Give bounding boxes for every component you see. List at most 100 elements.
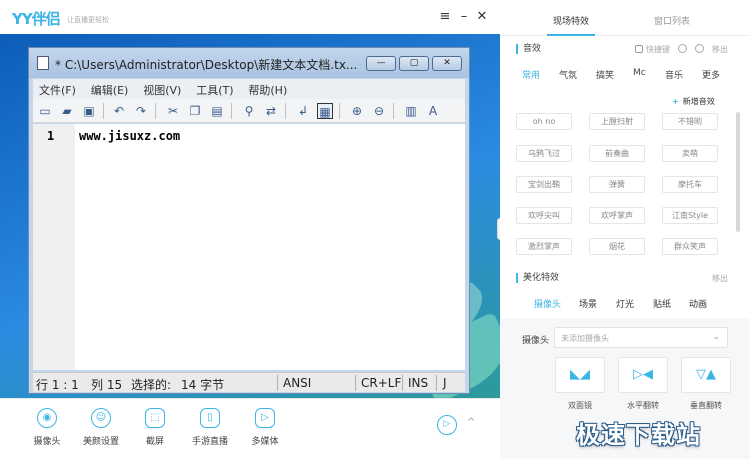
mobile-live-button[interactable]: ▯ 手游直播 (185, 408, 235, 447)
close-button[interactable]: ✕ (474, 10, 490, 24)
status-divider (402, 375, 403, 391)
subtab-animation[interactable]: 动画 (689, 297, 707, 310)
minimize-button[interactable]: – (456, 10, 472, 24)
sound-chip[interactable]: 上膛扫射 (589, 113, 645, 130)
shortcut-checkbox[interactable] (635, 45, 643, 53)
watermark: 极速下载站 (576, 421, 701, 449)
sound-chip[interactable]: 烟花 (589, 238, 645, 255)
screenshot-label: 截屏 (145, 437, 164, 447)
menu-button[interactable]: ≡ (437, 10, 453, 24)
mirror-button[interactable]: ◣◢ (555, 357, 605, 393)
sound-chip[interactable]: 乌鸦飞过 (516, 145, 572, 162)
app-slogan: 让直播更轻松 (67, 16, 109, 24)
view-icon[interactable]: ▦ (317, 103, 333, 119)
vertical-flip-button[interactable]: ▽▲ (681, 357, 731, 393)
cut-icon[interactable]: ✂ (165, 103, 181, 119)
category-common[interactable]: 常用 (522, 68, 540, 81)
sound-chip[interactable]: 弹簧 (589, 176, 645, 193)
open-icon[interactable]: ▰ (59, 103, 75, 119)
horizontal-flip-label: 水平翻转 (627, 401, 659, 410)
find-icon[interactable]: ⚲ (241, 103, 257, 119)
line-number: 1 (47, 129, 55, 143)
sound-chip[interactable]: 群众笑声 (662, 238, 718, 255)
menu-file[interactable]: 文件(F) (33, 79, 82, 101)
category-atmosphere[interactable]: 气氛 (559, 68, 577, 81)
status-bytes: 14 字节 (181, 378, 225, 392)
wrap-icon[interactable]: ↲ (295, 103, 311, 119)
redo-icon[interactable]: ↷ (133, 103, 149, 119)
camera-select[interactable]: 未添加摄像头 ⌄ (554, 327, 728, 348)
paste-icon[interactable]: ▤ (209, 103, 225, 119)
notepad-status-bar: 行 1 : 1 列 15 选择的: 14 字节 ANSI CR+LF INS J (33, 372, 465, 392)
save-icon[interactable]: ▣ (81, 103, 97, 119)
camera-select-label: 摄像头 (522, 336, 550, 346)
toolbar-separator (155, 103, 156, 119)
menu-help[interactable]: 帮助(H) (242, 79, 293, 101)
sound-chip[interactable]: 欢呼尖叫 (516, 207, 572, 224)
zoom-in-icon[interactable]: ⊕ (349, 103, 365, 119)
sound-chip[interactable]: 激烈掌声 (516, 238, 572, 255)
horizontal-flip-icon: ▷◀ (633, 367, 653, 382)
notepad-editor[interactable]: 1 www.jisuxz.com (33, 124, 465, 370)
undo-icon[interactable]: ↶ (111, 103, 127, 119)
notepad-minimize-button[interactable]: — (366, 56, 396, 71)
media-label: 多媒体 (251, 437, 279, 447)
font-icon[interactable]: A (425, 103, 441, 119)
zoom-out-icon[interactable]: ⊖ (371, 103, 387, 119)
notepad-close-button[interactable]: ✕ (432, 56, 462, 71)
app-logo: YY伴侣 (12, 10, 61, 28)
category-funny[interactable]: 搞笑 (596, 68, 614, 81)
settings-icon[interactable] (678, 44, 687, 53)
sound-chip[interactable]: oh no (516, 113, 572, 130)
add-sound-button[interactable]: + 新增音效 (672, 96, 715, 107)
status-eol[interactable]: CR+LF (361, 376, 401, 390)
mobile-live-label: 手游直播 (191, 437, 228, 447)
horizontal-flip-button[interactable]: ▷◀ (618, 357, 668, 393)
sound-chip[interactable]: 摩托车 (662, 176, 718, 193)
sound-chip[interactable]: 宝剑出鞘 (516, 176, 572, 193)
editor-text[interactable]: www.jisuxz.com (79, 129, 180, 143)
expand-arrow-icon[interactable]: ^ (467, 417, 475, 428)
notepad-maximize-button[interactable]: ▢ (399, 56, 429, 71)
status-column: 列 15 (91, 378, 123, 392)
panel-scrollbar[interactable] (736, 112, 740, 232)
new-icon[interactable]: ▭ (37, 103, 53, 119)
menu-edit[interactable]: 编辑(E) (85, 79, 135, 101)
sound-chip[interactable]: 不错哟 (662, 113, 718, 130)
volume-icon[interactable] (695, 44, 704, 53)
subtab-light[interactable]: 灯光 (616, 297, 634, 310)
status-mode[interactable]: INS (408, 376, 428, 390)
effects-panel: 现场特效 窗口列表 音效 快捷键 移出 常用 气氛 搞笑 Mc 音乐 更多 + 新… (500, 0, 750, 459)
toolbar-separator (103, 103, 104, 119)
beauty-settings-button[interactable]: ☺ 美颜设置 (76, 408, 126, 447)
scheme-icon[interactable]: ▥ (403, 103, 419, 119)
status-encoding[interactable]: ANSI (283, 376, 311, 390)
sound-chip[interactable]: 欢呼掌声 (589, 207, 645, 224)
tab-window-list[interactable]: 窗口列表 (654, 14, 690, 27)
category-music[interactable]: 音乐 (665, 68, 683, 81)
menu-tools[interactable]: 工具(T) (190, 79, 239, 101)
vertical-flip-label: 垂直翻转 (690, 401, 722, 410)
screenshot-button[interactable]: ⬚ 截屏 (130, 408, 180, 447)
camera-button[interactable]: ◉ 摄像头 (22, 408, 72, 447)
beauty-section-title: 美化特效 (516, 273, 559, 283)
beauty-remove-button[interactable]: 移出 (712, 273, 728, 284)
sound-remove-button[interactable]: 移出 (712, 44, 728, 55)
notepad-title: * C:\Users\Administrator\Desktop\新建文本文档.… (55, 58, 358, 72)
subtab-scene[interactable]: 场景 (579, 297, 597, 310)
replace-icon[interactable]: ⇄ (263, 103, 279, 119)
vertical-flip-icon: ▽▲ (696, 367, 716, 382)
sound-chip[interactable]: 卖萌 (662, 145, 718, 162)
tab-live-effects[interactable]: 现场特效 (553, 14, 589, 27)
menu-view[interactable]: 视图(V) (137, 79, 187, 101)
category-more[interactable]: 更多 (702, 68, 720, 81)
subtab-camera[interactable]: 摄像头 (534, 297, 561, 310)
media-button[interactable]: ▷ 多媒体 (240, 408, 290, 447)
shortcut-label[interactable]: 快捷键 (646, 44, 670, 55)
copy-icon[interactable]: ❐ (187, 103, 203, 119)
sound-chip[interactable]: 江南Style (662, 207, 718, 224)
subtab-sticker[interactable]: 贴纸 (653, 297, 671, 310)
category-mc[interactable]: Mc (633, 68, 646, 78)
sound-chip[interactable]: 前奏曲 (589, 145, 645, 162)
start-live-icon[interactable]: ▷ (437, 415, 457, 435)
